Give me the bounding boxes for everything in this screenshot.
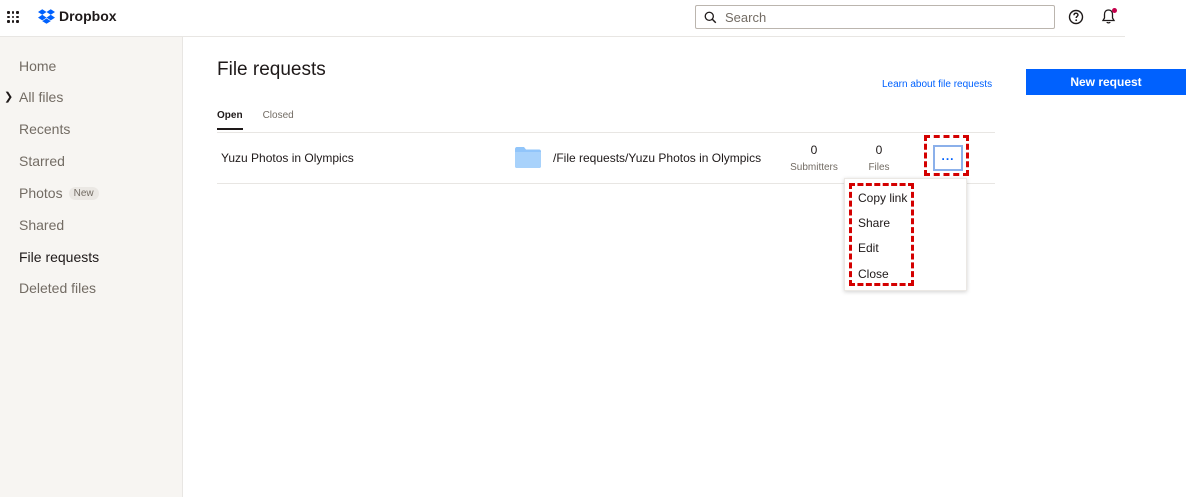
sidebar-item-shared[interactable]: Shared: [19, 217, 64, 233]
sidebar-item-home[interactable]: Home: [19, 58, 56, 74]
menu-item-edit[interactable]: Edit: [858, 241, 879, 255]
logo-text: Dropbox: [59, 8, 117, 24]
help-icon[interactable]: [1068, 9, 1084, 25]
request-folder-path[interactable]: /File requests/Yuzu Photos in Olympics: [553, 151, 761, 165]
sidebar-item-label: Deleted files: [19, 280, 97, 296]
submitters-count: 0: [810, 143, 818, 157]
learn-about-file-requests-link[interactable]: Learn about file requests: [882, 79, 992, 90]
new-request-button[interactable]: New request: [1026, 69, 1186, 95]
request-name[interactable]: Yuzu Photos in Olympics: [221, 151, 354, 165]
sidebar-item-label: File requests: [19, 249, 100, 265]
sidebar-item-file-requests[interactable]: File requests: [19, 249, 99, 265]
files-count: 0: [875, 143, 883, 157]
tab-closed[interactable]: Closed: [263, 110, 294, 130]
dropbox-logo[interactable]: Dropbox: [38, 8, 117, 24]
more-actions-button[interactable]: ...: [933, 145, 963, 171]
menu-item-copy-link[interactable]: Copy link: [858, 191, 907, 205]
submitters-stat: 0 Submitters: [786, 143, 842, 173]
sidebar-item-deleted-files[interactable]: Deleted files: [19, 280, 96, 296]
tab-open[interactable]: Open: [217, 110, 243, 130]
submitters-label: Submitters: [790, 162, 838, 173]
sidebar-item-photos[interactable]: Photos New: [19, 185, 99, 201]
sidebar-item-recents[interactable]: Recents: [19, 121, 70, 137]
request-tabs: Open Closed: [217, 110, 314, 130]
actions-dropdown-menu: Copy link Share Edit Close: [844, 178, 967, 291]
sidebar-item-label: Starred: [19, 153, 65, 169]
page-title: File requests: [217, 59, 326, 80]
sidebar: Home ❯ All files Recents Starred Photos …: [0, 37, 183, 497]
chevron-right-icon[interactable]: ❯: [4, 90, 13, 103]
sidebar-item-starred[interactable]: Starred: [19, 153, 65, 169]
menu-item-share[interactable]: Share: [858, 216, 890, 230]
dropbox-box-icon: [38, 8, 55, 24]
sidebar-item-all-files[interactable]: ❯ All files: [4, 89, 64, 105]
sidebar-item-label: All files: [19, 89, 64, 105]
top-bar: Dropbox: [0, 0, 1125, 37]
app-grid-icon[interactable]: [7, 11, 19, 23]
new-badge: New: [68, 186, 99, 200]
more-dots-icon: ...: [941, 148, 955, 163]
folder-icon: [515, 147, 541, 168]
sidebar-item-label: Photos: [19, 185, 63, 201]
sidebar-item-label: Home: [19, 58, 57, 74]
files-label: Files: [868, 162, 890, 173]
divider: [217, 132, 995, 133]
search-box[interactable]: [695, 5, 1055, 29]
menu-item-close[interactable]: Close: [858, 267, 889, 281]
notification-dot: [1112, 8, 1117, 13]
sidebar-item-label: Recents: [19, 121, 71, 137]
search-icon: [704, 11, 717, 23]
search-input[interactable]: [723, 8, 1027, 26]
sidebar-item-label: Shared: [19, 217, 65, 233]
files-stat: 0 Files: [859, 143, 899, 173]
